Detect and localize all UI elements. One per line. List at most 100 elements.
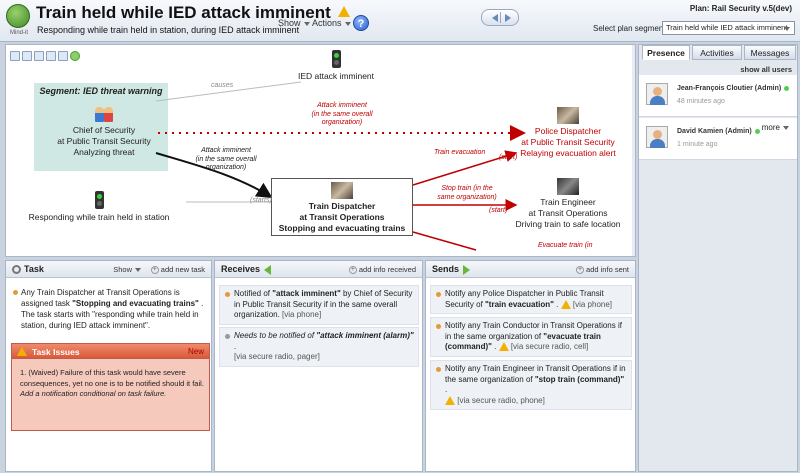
segment-select-label: Select plan segment: (593, 24, 668, 33)
edge-label-line: same organization) (437, 193, 497, 201)
node-engineer-org: at Transit Operations (528, 208, 608, 218)
traffic-light-icon (331, 50, 341, 68)
edge-label-train-evacuation: Train evacuation (434, 149, 486, 156)
new-issue-link[interactable]: New (188, 347, 204, 356)
add-new-task-button[interactable]: + add new task (150, 265, 205, 275)
actions-menu[interactable]: Actions (312, 18, 351, 28)
task-show-label: Show (113, 265, 132, 274)
node-engineer-role: Train Engineer (540, 197, 596, 207)
issue-text: 1. (Waived) Failure of this task would h… (20, 368, 204, 388)
show-menu[interactable]: Show (278, 18, 310, 28)
forward-arrow-icon[interactable] (505, 14, 511, 22)
app-logo-icon[interactable] (6, 4, 30, 28)
task-issues-box: Task Issues New 1. (Waived) Failure of t… (11, 343, 210, 431)
node-ied-attack-imminent[interactable]: IED attack imminent (291, 50, 381, 82)
show-menu-label: Show (278, 18, 301, 28)
back-arrow-icon[interactable] (492, 14, 498, 22)
sends-panel-title: Sends (432, 264, 471, 275)
segment-select[interactable]: Train held while IED attack imminent (662, 21, 795, 35)
send-item[interactable]: Notify any Police Dispatcher in Public T… (430, 285, 632, 314)
receive-via: [via phone] (282, 310, 322, 319)
tab-activities[interactable]: Activities (692, 45, 742, 60)
engineer-photo-icon (557, 178, 579, 195)
history-nav (481, 9, 519, 26)
edge-label-line: organization) (321, 119, 363, 126)
node-police-role: Police Dispatcher (534, 126, 602, 136)
flow-map[interactable]: Segment: IED threat warning Chief of Sec… (5, 44, 636, 257)
task-issues-title: Task Issues (32, 347, 80, 357)
header-bar: Mind-it Train held while IED attack immi… (0, 0, 800, 42)
tab-messages[interactable]: Messages (744, 45, 796, 60)
send-item[interactable]: Notify any Train Engineer in Transit Ope… (430, 360, 632, 410)
edge-label-causes: causes (211, 82, 234, 89)
receive-item[interactable]: Needs to be notified of "attack imminent… (219, 327, 419, 367)
edge-label-line: organization) (205, 164, 247, 171)
user-row[interactable]: David Kamien (Admin) 1 minute ago more (639, 118, 797, 160)
node-chief-task: Analyzing threat (73, 147, 135, 157)
page-subtitle: Responding while train held in station, … (37, 25, 300, 35)
user-name: Jean-François Cloutier (Admin) (677, 85, 790, 92)
send-via: [via secure radio, phone] (457, 395, 545, 405)
send-text: . (445, 385, 448, 394)
receive-item[interactable]: Notified of "attack imminent" by Chief o… (219, 285, 419, 325)
add-info-received-label: add info received (358, 265, 416, 274)
bullet-icon (436, 324, 441, 329)
task-name[interactable]: "Stopping and evacuating trains" (72, 299, 199, 308)
tab-presence[interactable]: Presence (642, 45, 690, 60)
node-responding[interactable]: Responding while train held in station (19, 191, 179, 223)
warning-icon (445, 395, 455, 405)
issue-remedy[interactable]: Add a notification conditional on task f… (20, 389, 166, 398)
send-text: . (553, 299, 559, 309)
chevron-down-icon (784, 27, 790, 31)
node-train-dispatcher[interactable]: Train Dispatcher at Transit Operations S… (271, 178, 413, 236)
online-status-icon (754, 128, 760, 134)
task-panel: Task Show + add new task Any Train Dispat… (5, 260, 212, 472)
receives-panel: Receives + add info received Notified of … (214, 260, 423, 472)
show-all-users-link[interactable]: show all users (740, 65, 792, 74)
node-engineer-task: Driving train to safe location (515, 219, 621, 229)
warning-icon (498, 342, 509, 352)
edge-label-line: (in the same overall (195, 155, 257, 163)
node-police-org: at Public Transit Security (521, 137, 615, 147)
plus-icon: + (576, 266, 585, 275)
edge-label-attack-red: Attack imminent (in the same overall org… (292, 102, 392, 128)
edge-label-starts: (starts) (250, 197, 272, 204)
more-menu[interactable]: more (762, 123, 789, 132)
arrow-left-icon (264, 264, 272, 275)
avatar (646, 126, 668, 148)
edge-evacuate-train[interactable] (412, 231, 477, 251)
node-train-engineer[interactable]: Train Engineer at Transit Operations Dri… (508, 178, 628, 230)
police-photo-icon (557, 107, 579, 124)
send-info-name: "stop train (command)" (534, 374, 625, 384)
chevron-down-icon (135, 268, 141, 273)
task-issues-header: Task Issues New (12, 344, 209, 359)
receive-info-name: "attack imminent" (272, 289, 341, 298)
bullet-icon (13, 290, 18, 295)
help-icon[interactable]: ? (353, 15, 369, 31)
task-show-menu[interactable]: Show (113, 265, 141, 274)
sends-title-text: Sends (432, 264, 460, 274)
plan-label: Plan: Rail Security v.5(dev) (689, 4, 792, 13)
add-info-received-button[interactable]: + add info received (348, 265, 416, 275)
edge-label-line: Attack imminent (201, 147, 251, 154)
logo-text: Mind-it (9, 30, 28, 36)
sends-panel-header: Sends + add info sent (426, 261, 635, 278)
add-info-sent-button[interactable]: + add info sent (576, 265, 629, 275)
edge-label-stop-train: Stop train (in the same organization) (432, 185, 502, 202)
node-ied-label: IED attack imminent (297, 71, 375, 81)
send-item[interactable]: Notify any Train Conductor in Transit Op… (430, 317, 632, 357)
flow-scrollbar[interactable] (632, 45, 636, 257)
node-chief-of-security[interactable]: Chief of Security at Public Transit Secu… (54, 107, 154, 158)
arrow-right-icon (463, 264, 471, 275)
more-menu-label: more (761, 123, 780, 132)
presence-panel: Presence Activities Messages show all us… (638, 44, 798, 472)
warning-icon (560, 299, 571, 309)
add-new-task-label: add new task (160, 265, 205, 274)
user-last-seen: 1 minute ago (677, 141, 718, 148)
node-dispatcher-org: at Transit Operations (299, 212, 385, 222)
warning-icon (338, 6, 351, 18)
chevron-down-icon (344, 21, 351, 26)
add-info-sent-label: add info sent (586, 265, 629, 274)
node-police-dispatcher[interactable]: Police Dispatcher at Public Transit Secu… (508, 107, 628, 159)
user-row[interactable]: Jean-François Cloutier (Admin) 48 minute… (639, 75, 797, 117)
